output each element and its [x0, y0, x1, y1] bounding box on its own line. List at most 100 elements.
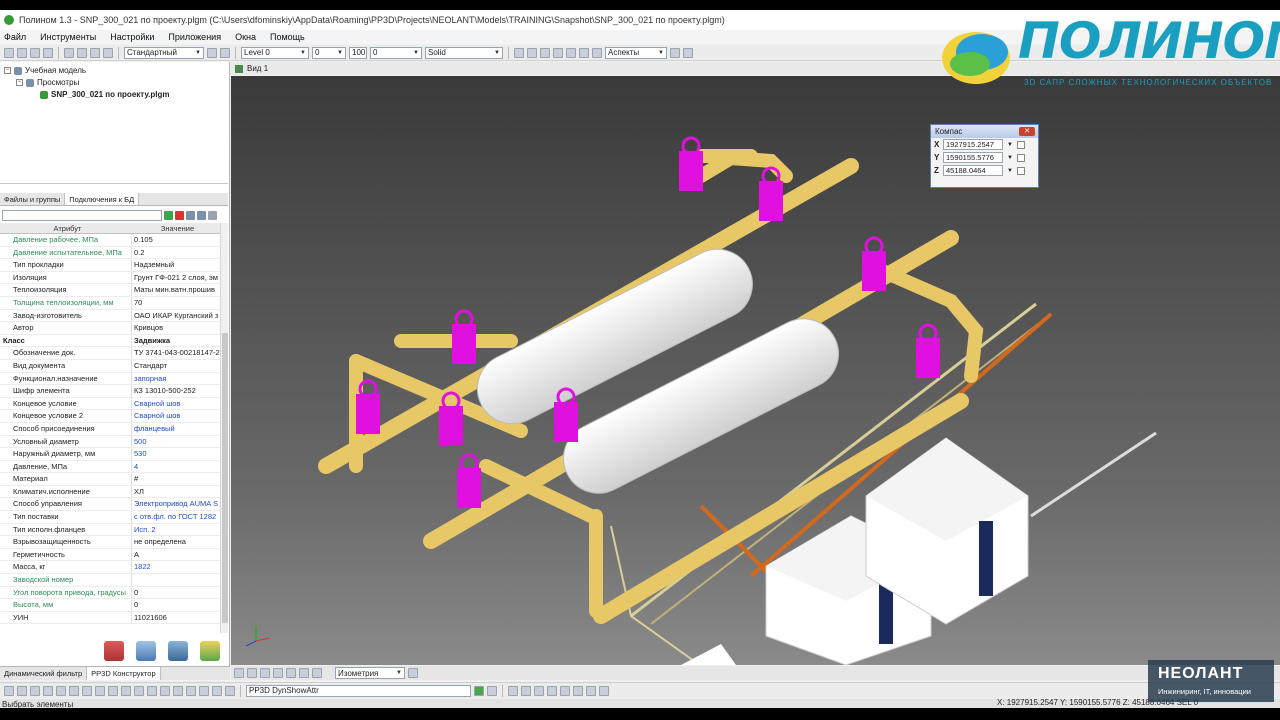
scrollbar-thumb[interactable] [222, 333, 228, 623]
filter-icon[interactable] [208, 210, 217, 220]
table-row[interactable]: Давление испытательное, МПа 0.2 [0, 246, 220, 260]
orbit-icon[interactable] [299, 668, 309, 678]
column-value[interactable]: Значение [132, 223, 220, 233]
rotate-icon[interactable] [566, 47, 576, 58]
compass-z-lock-checkbox[interactable] [1016, 166, 1025, 175]
revolve-icon[interactable] [212, 685, 222, 696]
table-row[interactable]: Вид документа Стандарт [0, 359, 220, 373]
menu-tools[interactable]: Инструменты [40, 32, 96, 42]
command-line-input[interactable]: PP3D DynShowAttr [246, 684, 471, 697]
snap-icon[interactable] [56, 685, 66, 696]
level-number-combo[interactable]: 0 ▼ [312, 46, 346, 59]
level-combo[interactable]: Level 0 ▼ [241, 46, 309, 59]
attribute-value-cell[interactable]: 70 [132, 297, 220, 309]
menu-settings[interactable]: Настройки [110, 32, 154, 42]
attribute-value-cell[interactable]: ТУ 3741-043-00218147-2 [132, 347, 220, 359]
style-combo[interactable]: Стандартный ▼ [124, 46, 204, 59]
snap-endpoint-icon[interactable] [508, 685, 518, 696]
attribute-value-cell[interactable] [132, 574, 220, 586]
table-row[interactable]: Завод-изготовитель ОАО ИКАР Курганский з [0, 309, 220, 323]
table-row[interactable]: Герметичность А [0, 548, 220, 562]
measure-icon[interactable] [592, 47, 602, 58]
attribute-value-cell[interactable]: 11021606 [132, 612, 220, 624]
table-row[interactable]: Давление, МПа 4 [0, 460, 220, 474]
delete-element-icon[interactable] [134, 685, 144, 696]
compass-y-lock-checkbox[interactable] [1016, 153, 1025, 162]
aspects-combo[interactable]: Аспекты ▼ [605, 46, 667, 59]
export-icon[interactable] [136, 641, 156, 661]
render-mode-icon[interactable] [312, 668, 322, 678]
table-row[interactable]: Тип исполн.фланцев Исп. 2 [0, 523, 220, 537]
history-icon[interactable] [487, 685, 497, 696]
table-row[interactable]: Способ присоединения фланцевый [0, 422, 220, 436]
attribute-value-cell[interactable]: Сварной шов [132, 398, 220, 410]
new-file-icon[interactable] [4, 47, 14, 58]
tree-node-root[interactable]: − Учебная модель [4, 66, 86, 75]
table-row[interactable]: Функционал.назначение запорная [0, 372, 220, 386]
delete-style-icon[interactable] [220, 47, 230, 58]
rotate-element-icon[interactable] [95, 685, 105, 696]
line-width-combo[interactable]: 0 ▼ [370, 46, 422, 59]
grid-scrollbar[interactable] [220, 223, 228, 633]
attribute-value-cell[interactable]: 0.2 [132, 247, 220, 259]
compass-y-field[interactable]: 1590155.5776 [943, 152, 1003, 163]
snap-intersection-icon[interactable] [547, 685, 557, 696]
attribute-value-cell[interactable]: Задвижка [132, 335, 220, 347]
attribute-value-cell[interactable]: 0 [132, 587, 220, 599]
attribute-value-cell[interactable]: Маты мин.ватн.прошив [132, 284, 220, 296]
table-row[interactable]: Обозначение док. ТУ 3741-043-00218147-2 [0, 347, 220, 360]
attribute-value-cell[interactable]: не определена [132, 536, 220, 548]
snap-nearest-icon[interactable] [586, 685, 596, 696]
menu-help[interactable]: Помощь [270, 32, 305, 42]
save-all-icon[interactable] [43, 47, 53, 58]
compass-title-bar[interactable]: Компас ✕ [931, 125, 1038, 138]
table-row[interactable]: Способ управления Электропривод AUMA S [0, 498, 220, 512]
attribute-value-cell[interactable]: ХЛ [132, 486, 220, 498]
tab-pp3d-constructor[interactable]: PP3D Конструктор [87, 667, 161, 680]
table-row[interactable]: Давление рабочее, МПа 0.105 [0, 234, 220, 247]
ungroup-icon[interactable] [173, 685, 183, 696]
attribute-value-cell[interactable]: 500 [132, 436, 220, 448]
extrude-icon[interactable] [199, 685, 209, 696]
group-icon[interactable] [160, 685, 170, 696]
redo-icon[interactable] [77, 47, 87, 58]
boolean-icon[interactable] [225, 685, 235, 696]
attribute-value-cell[interactable]: А [132, 549, 220, 561]
table-row[interactable]: Наружный диаметр, мм 530 [0, 448, 220, 461]
attribute-value-cell[interactable]: 1822 [132, 561, 220, 573]
database-icon[interactable] [104, 641, 124, 661]
color-picker-icon[interactable] [514, 47, 524, 58]
attribute-value-cell[interactable]: с отв.фл. по ГОСТ 1282 [132, 511, 220, 523]
menu-file[interactable]: Файл [4, 32, 26, 42]
transparency-icon[interactable] [527, 47, 537, 58]
copy-icon[interactable] [579, 47, 589, 58]
table-row[interactable]: Шифр элемента КЗ 13010-500-252 [0, 385, 220, 398]
menu-windows[interactable]: Окна [235, 32, 256, 42]
chevron-down-icon[interactable]: ▼ [1007, 155, 1013, 161]
import-icon[interactable] [168, 641, 188, 661]
attribute-value-cell[interactable]: 4 [132, 461, 220, 473]
tree-node-file[interactable]: SNP_300_021 по проекту.plgm [40, 90, 169, 99]
move-element-icon[interactable] [82, 685, 92, 696]
table-row[interactable]: Класс Задвижка [0, 334, 220, 348]
solid-icon[interactable] [186, 685, 196, 696]
table-row[interactable]: Масса, кг 1822 [0, 561, 220, 575]
chevron-down-icon[interactable]: ▼ [1007, 168, 1013, 174]
collapse-icon[interactable]: − [4, 67, 11, 74]
table-row[interactable]: Условный диаметр 500 [0, 435, 220, 449]
cut-icon[interactable] [147, 685, 157, 696]
mirror-icon[interactable] [108, 685, 118, 696]
settings-tool-icon[interactable] [200, 641, 220, 661]
collapse-icon[interactable]: − [16, 79, 23, 86]
attribute-value-cell[interactable]: Кривцов [132, 322, 220, 334]
tab-db-connections[interactable]: Подключения к БД [65, 193, 140, 205]
attribute-filter-combo[interactable] [2, 209, 162, 221]
attribute-value-cell[interactable]: # [132, 473, 220, 485]
tab-dynamic-filter[interactable]: Динамический фильтр [0, 667, 88, 680]
snap-midpoint-icon[interactable] [521, 685, 531, 696]
table-row[interactable]: Изоляция Грунт ГФ-021 2 слоя, эм [0, 271, 220, 285]
attribute-value-cell[interactable]: запорная [132, 373, 220, 385]
line-style-combo[interactable]: Solid ▼ [425, 46, 503, 59]
layers-icon[interactable] [683, 47, 693, 58]
table-row[interactable]: УИН 11021606 [0, 611, 220, 625]
